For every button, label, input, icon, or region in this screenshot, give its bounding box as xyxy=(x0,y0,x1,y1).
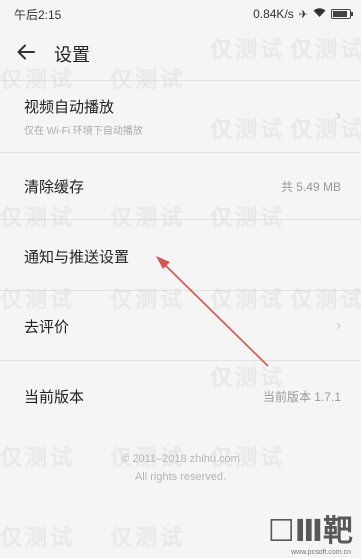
chevron-right-icon: › xyxy=(335,317,341,334)
autoplay-text: 视频自动播放 仅在 Wi-Fi 环境下自动播放 xyxy=(24,96,143,137)
autoplay-label: 视频自动播放 xyxy=(24,98,115,116)
chevron-right-icon: › xyxy=(335,107,341,124)
back-button[interactable] xyxy=(0,28,52,80)
notifications-label: 通知与推送设置 xyxy=(24,248,130,266)
rate-label: 去评价 xyxy=(24,318,70,336)
version-value: 当前版本 1.7.1 xyxy=(262,389,341,404)
divider xyxy=(0,290,361,291)
battery-icon xyxy=(331,9,353,19)
watermark: 仅测试 xyxy=(110,525,186,550)
setting-autoplay[interactable]: 视频自动播放 仅在 Wi-Fi 环境下自动播放 › xyxy=(0,86,361,146)
copyright-text: © 2011–2018 zhihu.com xyxy=(121,453,240,465)
airplane-icon: ✈ xyxy=(298,8,308,21)
footer: © 2011–2018 zhihu.com All rights reserve… xyxy=(0,450,361,486)
setting-rate[interactable]: 去评价 › xyxy=(0,300,361,352)
watermark: 仅测试 xyxy=(0,525,76,550)
divider xyxy=(0,80,361,81)
toolbar: 设置 xyxy=(0,28,361,80)
battery-fill xyxy=(333,11,347,17)
version-label: 当前版本 xyxy=(24,388,85,406)
divider xyxy=(0,152,361,153)
net-speed: 0.84K/s xyxy=(253,7,294,21)
divider xyxy=(0,219,361,220)
cache-size-value: 共 5.49 MB xyxy=(280,179,341,194)
status-time: 午后2:15 xyxy=(14,7,62,22)
autoplay-sub: 仅在 Wi-Fi 环境下自动播放 xyxy=(24,125,143,137)
page-title: 设置 xyxy=(54,45,90,65)
setting-notifications[interactable]: 通知与推送设置 xyxy=(0,230,361,282)
status-icons: 0.84K/s ✈ xyxy=(253,7,353,21)
clear-cache-label: 清除缓存 xyxy=(24,178,85,196)
setting-version[interactable]: 当前版本 当前版本 1.7.1 xyxy=(0,370,361,422)
divider xyxy=(0,360,361,361)
site-logo-url: www.pcsoft.com.cn xyxy=(291,549,351,556)
wifi-icon xyxy=(313,7,326,21)
back-arrow-icon xyxy=(17,44,35,65)
setting-clear-cache[interactable]: 清除缓存 共 5.49 MB xyxy=(0,160,361,212)
rights-text: All rights reserved. xyxy=(134,471,227,483)
status-bar: 午后2:15 0.84K/s ✈ xyxy=(0,0,361,28)
site-logo: ☐Ⅲ靶 xyxy=(267,514,353,549)
